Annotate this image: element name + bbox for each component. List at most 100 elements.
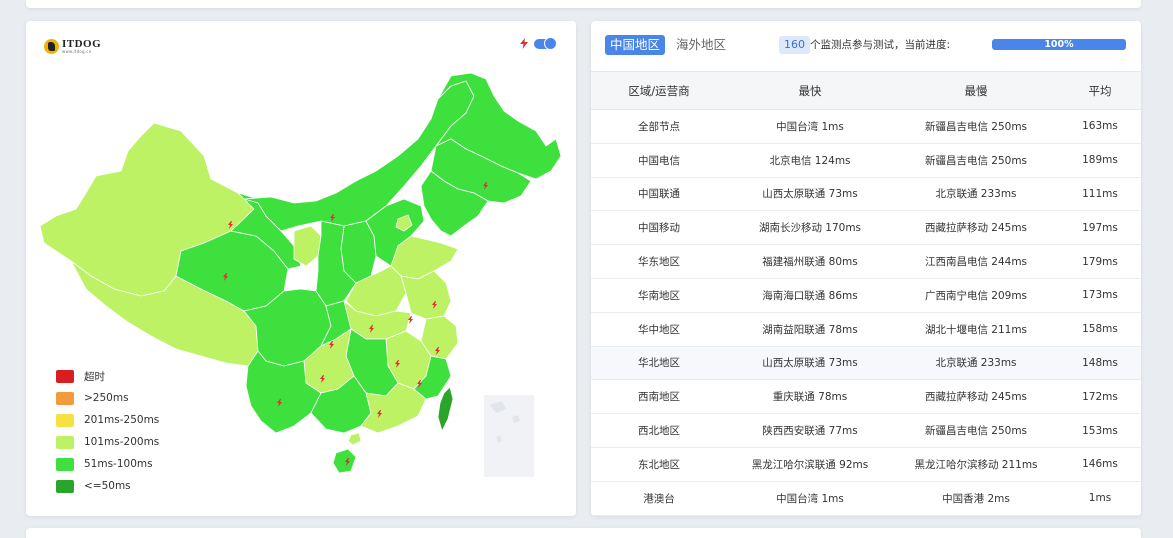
cell-slowest: 西藏拉萨移动 245ms <box>893 210 1059 246</box>
cell-average: 189ms <box>1059 143 1141 178</box>
top-card-strip <box>26 0 1141 8</box>
cell-average: 146ms <box>1059 447 1141 482</box>
cell-region: 华东地区 <box>591 244 727 279</box>
cell-region: 港澳台 <box>591 481 727 516</box>
cell-average: 153ms <box>1059 413 1141 448</box>
region-ningxia[interactable] <box>293 225 322 267</box>
legend-item[interactable]: <=50ms <box>56 475 159 497</box>
cell-average: 179ms <box>1059 244 1141 279</box>
legend-item[interactable]: 201ms-250ms <box>56 409 159 431</box>
cell-average: 172ms <box>1059 379 1141 415</box>
legend-swatch <box>56 479 74 493</box>
cell-fastest: 北京电信 124ms <box>727 143 893 178</box>
cell-region: 华南地区 <box>591 278 727 313</box>
cell-fastest: 重庆联通 78ms <box>727 379 893 415</box>
cell-slowest: 西藏拉萨移动 245ms <box>893 379 1059 415</box>
cell-slowest: 北京联通 233ms <box>893 177 1059 212</box>
legend-swatch <box>56 369 74 383</box>
region-taiwan[interactable] <box>437 386 454 433</box>
cell-average: 197ms <box>1059 210 1141 246</box>
cell-region: 华北地区 <box>591 346 727 381</box>
cell-fastest: 山西太原联通 73ms <box>727 177 893 212</box>
cell-fastest: 海南海口联通 86ms <box>727 278 893 313</box>
cell-average: 158ms <box>1059 312 1141 347</box>
cell-fastest: 山西太原联通 73ms <box>727 346 893 381</box>
cell-fastest: 中国台湾 1ms <box>727 481 893 516</box>
cell-slowest: 新疆昌吉电信 250ms <box>893 109 1059 144</box>
table-row[interactable]: 西南地区 重庆联通 78ms 西藏拉萨移动 245ms 172ms <box>591 379 1141 415</box>
cell-fastest: 湖南长沙移动 170ms <box>727 210 893 246</box>
progress-label: 100% <box>1044 39 1074 50</box>
table-row[interactable]: 华南地区 海南海口联通 86ms 广西南宁电信 209ms 173ms <box>591 278 1141 313</box>
table-row[interactable]: 中国电信 北京电信 124ms 新疆昌吉电信 250ms 189ms <box>591 143 1141 178</box>
col-fastest[interactable]: 最快 <box>727 71 893 110</box>
cell-slowest: 黑龙江哈尔滨移动 211ms <box>893 447 1059 482</box>
cell-slowest: 广西南宁电信 209ms <box>893 278 1059 313</box>
cell-fastest: 湖南益阳联通 78ms <box>727 312 893 347</box>
map-legend: 超时 >250ms 201ms-250ms 101ms-200ms 51ms-100ms… <box>56 365 159 497</box>
node-count-text: 个监测点参与测试，当前进度: <box>810 39 951 51</box>
legend-label: 101ms-200ms <box>84 436 160 448</box>
cell-region: 华中地区 <box>591 312 727 347</box>
node-count-badge: 160 <box>779 36 810 54</box>
col-slowest[interactable]: 最慢 <box>893 71 1059 110</box>
legend-label: 51ms-100ms <box>84 458 153 470</box>
south-china-sea-inset <box>484 395 534 477</box>
cell-fastest: 陕西西安联通 77ms <box>727 413 893 448</box>
cell-region: 中国联通 <box>591 177 727 212</box>
tab-china[interactable]: 中国地区 <box>605 35 666 55</box>
cell-slowest: 新疆昌吉电信 250ms <box>893 413 1059 448</box>
legend-item[interactable]: 101ms-200ms <box>56 431 159 453</box>
legend-swatch <box>56 457 74 471</box>
legend-item[interactable]: 51ms-100ms <box>56 453 159 475</box>
cell-average: 148ms <box>1059 346 1141 381</box>
results-panel: 中国地区 海外地区 160 个监测点参与测试，当前进度: 100% 区域/运营商… <box>591 21 1141 516</box>
region-hongkong[interactable] <box>347 432 362 446</box>
cell-fastest: 黑龙江哈尔滨联通 92ms <box>727 447 893 482</box>
table-row[interactable]: 华北地区 山西太原联通 73ms 北京联通 233ms 148ms <box>591 346 1141 381</box>
results-header: 中国地区 海外地区 160 个监测点参与测试，当前进度: 100% <box>591 21 1141 71</box>
legend-label: <=50ms <box>84 480 131 492</box>
cell-region: 全部节点 <box>591 109 727 144</box>
cell-region: 西北地区 <box>591 413 727 448</box>
cell-slowest: 江西南昌电信 244ms <box>893 244 1059 279</box>
cell-slowest: 新疆昌吉电信 250ms <box>893 143 1059 178</box>
cell-slowest: 北京联通 233ms <box>893 346 1059 381</box>
legend-swatch <box>56 435 74 449</box>
cell-region: 东北地区 <box>591 447 727 482</box>
table-row[interactable]: 华东地区 福建福州联通 80ms 江西南昌电信 244ms 179ms <box>591 244 1141 279</box>
cell-slowest: 湖北十堰电信 211ms <box>893 312 1059 347</box>
tab-overseas[interactable]: 海外地区 <box>671 35 731 55</box>
cell-region: 中国移动 <box>591 210 727 246</box>
results-table: 区域/运营商 最快 最慢 平均 全部节点 中国台湾 1ms 新疆昌吉电信 250ms… <box>591 71 1141 516</box>
progress-bar: 100% <box>992 39 1126 50</box>
legend-swatch <box>56 413 74 427</box>
region-jiangsu[interactable] <box>400 270 452 320</box>
cell-average: 163ms <box>1059 109 1141 144</box>
legend-label: 201ms-250ms <box>84 414 160 426</box>
table-row[interactable]: 西北地区 陕西西安联通 77ms 新疆昌吉电信 250ms 153ms <box>591 413 1141 448</box>
table-row[interactable]: 东北地区 黑龙江哈尔滨联通 92ms 黑龙江哈尔滨移动 211ms 146ms <box>591 447 1141 482</box>
cell-slowest: 中国香港 2ms <box>893 481 1059 516</box>
col-region[interactable]: 区域/运营商 <box>591 71 727 110</box>
table-row[interactable]: 中国移动 湖南长沙移动 170ms 西藏拉萨移动 245ms 197ms <box>591 210 1141 246</box>
col-average[interactable]: 平均 <box>1059 71 1141 110</box>
cell-fastest: 福建福州联通 80ms <box>727 244 893 279</box>
table-row[interactable]: 华中地区 湖南益阳联通 78ms 湖北十堰电信 211ms 158ms <box>591 312 1141 347</box>
legend-label: >250ms <box>84 392 129 404</box>
cell-average: 173ms <box>1059 278 1141 313</box>
cell-fastest: 中国台湾 1ms <box>727 109 893 144</box>
table-row[interactable]: 中国联通 山西太原联通 73ms 北京联通 233ms 111ms <box>591 177 1141 212</box>
legend-label: 超时 <box>84 370 105 383</box>
table-header-row: 区域/运营商 最快 最慢 平均 <box>591 71 1141 110</box>
region-hainan[interactable] <box>332 448 357 474</box>
table-row[interactable]: 港澳台 中国台湾 1ms 中国香港 2ms 1ms <box>591 481 1141 516</box>
legend-item[interactable]: 超时 <box>56 365 159 387</box>
cell-average: 1ms <box>1059 481 1141 516</box>
legend-item[interactable]: >250ms <box>56 387 159 409</box>
cell-region: 中国电信 <box>591 143 727 178</box>
table-row[interactable]: 全部节点 中国台湾 1ms 新疆昌吉电信 250ms 163ms <box>591 109 1141 144</box>
legend-swatch <box>56 391 74 405</box>
map-panel: ITDOG www.itdog.cn 超时 >250ms 201ms-250ms… <box>26 21 576 516</box>
cell-region: 西南地区 <box>591 379 727 415</box>
